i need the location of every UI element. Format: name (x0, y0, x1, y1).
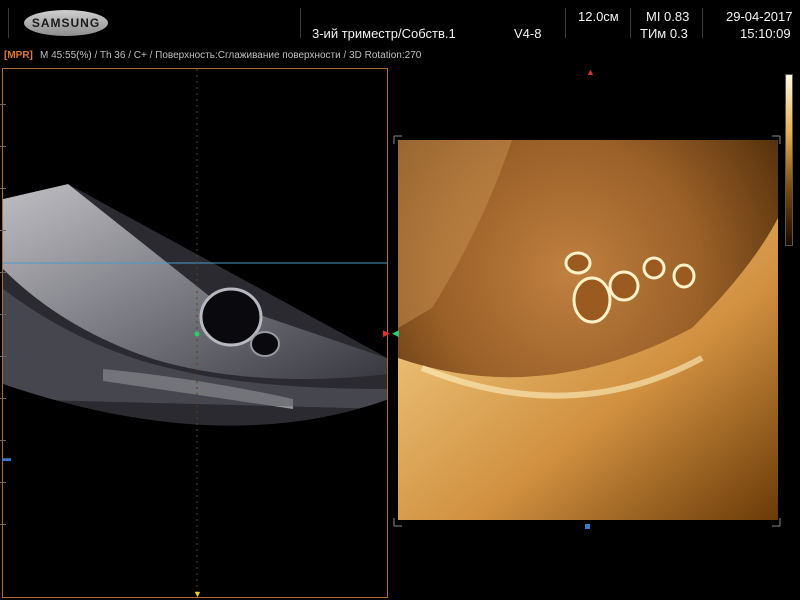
3d-ultrasound-image (392, 135, 782, 598)
center-point-marker (194, 331, 200, 337)
time-readout: 15:10:09 (740, 26, 791, 41)
depth-focus-marker: ▬ (2, 453, 11, 463)
preset-label[interactable]: 3-ий триместр/Собств.1 (312, 26, 456, 41)
depth-scale-tick (0, 272, 6, 273)
3d-render-view[interactable] (392, 68, 782, 598)
header-divider (565, 8, 566, 38)
depth-scale-tick (0, 398, 6, 399)
grayscale-map-bar (785, 74, 793, 246)
mpr-mode-tag[interactable]: [MPR] (4, 50, 33, 61)
depth-scale-tick (0, 230, 6, 231)
scan-parameters-bar: [MPR] M 45:55(%) / Th 36 / C+ / Поверхно… (0, 48, 800, 64)
tim-readout: ТИм 0.3 (640, 26, 688, 41)
mi-readout: MI 0.83 (646, 9, 690, 24)
mpr-ultrasound-image (3, 69, 387, 597)
view-marker-square (585, 524, 590, 529)
depth-scale-tick (0, 482, 6, 483)
date-readout: 29-04-2017 (726, 9, 793, 24)
header-divider (8, 8, 9, 38)
depth-scale-tick (0, 314, 6, 315)
depth-scale-tick (0, 440, 6, 441)
depth-scale-tick (0, 524, 6, 525)
right-edge-marker: ▶ (383, 328, 390, 338)
depth-scale-tick (0, 188, 6, 189)
probe-label[interactable]: V4-8 (514, 26, 541, 41)
left-edge-marker: ◀ (392, 328, 399, 338)
bottom-orientation-marker: ▼ (193, 589, 202, 599)
mpr-section-view[interactable] (2, 68, 388, 598)
depth-scale-tick (0, 356, 6, 357)
header-divider (702, 8, 703, 38)
header-divider (300, 8, 301, 38)
header-divider (630, 8, 631, 38)
header-bar: SAMSUNG 3-ий триместр/Собств.1 V4-8 12.0… (0, 0, 800, 45)
samsung-logo: SAMSUNG (24, 10, 108, 36)
depth-scale-tick (0, 104, 6, 105)
depth-scale-tick (0, 146, 6, 147)
top-orientation-marker: ▲ (586, 67, 595, 77)
scan-parameters-text: M 45:55(%) / Th 36 / C+ / Поверхность:Сг… (40, 50, 422, 61)
depth-readout: 12.0см (578, 9, 619, 24)
brand-text: SAMSUNG (31, 16, 101, 30)
